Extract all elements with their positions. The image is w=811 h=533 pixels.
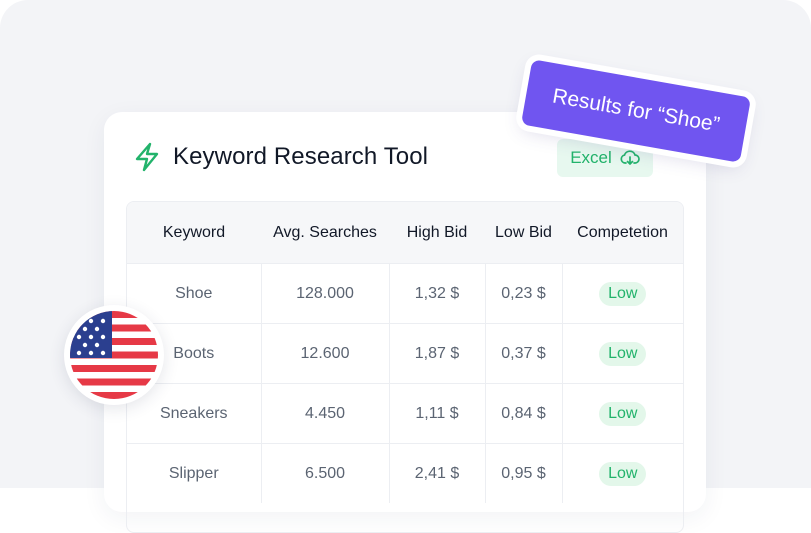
table-row[interactable]: Boots 12.600 1,87 $ 0,37 $ Low — [127, 323, 683, 384]
competition-badge: Low — [599, 341, 647, 366]
table-row[interactable]: Slipper 6.500 2,41 $ 0,95 $ Low — [127, 443, 683, 503]
column-header-low-bid[interactable]: Low Bid — [485, 202, 562, 264]
cell-low-bid: 0,84 $ — [484, 383, 562, 444]
page-title: Keyword Research Tool — [173, 143, 429, 170]
cell-avg-searches: 128.000 — [260, 263, 389, 324]
cell-high-bid: 2,41 $ — [388, 443, 485, 503]
cell-avg-searches: 12.600 — [260, 323, 389, 384]
competition-badge: Low — [599, 461, 647, 486]
cell-low-bid: 0,37 $ — [484, 323, 562, 384]
cell-competition: Low — [561, 443, 683, 503]
column-header-high-bid[interactable]: High Bid — [389, 202, 485, 264]
competition-badge: Low — [599, 401, 647, 426]
cell-low-bid: 0,95 $ — [484, 443, 562, 503]
country-selector[interactable] — [64, 305, 164, 405]
excel-export-label: Excel — [570, 148, 612, 167]
table-header-row: Keyword Avg. Searches High Bid Low Bid C… — [127, 202, 683, 264]
cell-competition: Low — [561, 383, 683, 444]
lightning-bolt-icon — [135, 142, 159, 172]
cell-keyword: Slipper — [127, 443, 261, 503]
results-tag-label: Results for “Shoe” — [550, 84, 722, 137]
cell-high-bid: 1,32 $ — [388, 263, 485, 324]
cell-competition: Low — [561, 323, 683, 384]
column-header-keyword[interactable]: Keyword — [127, 202, 261, 264]
table-row[interactable]: Shoe 128.000 1,32 $ 0,23 $ Low — [127, 263, 683, 324]
cloud-download-icon — [620, 150, 640, 165]
cell-high-bid: 1,11 $ — [388, 383, 485, 444]
column-header-avg-searches[interactable]: Avg. Searches — [261, 202, 389, 264]
keyword-tool-card: Keyword Research Tool Excel Keyword Avg.… — [104, 112, 706, 533]
keyword-table: Keyword Avg. Searches High Bid Low Bid C… — [126, 201, 684, 533]
cell-avg-searches: 6.500 — [260, 443, 389, 503]
table-row[interactable]: Sneakers 4.450 1,11 $ 0,84 $ Low — [127, 383, 683, 444]
cell-avg-searches: 4.450 — [260, 383, 389, 444]
competition-badge: Low — [599, 281, 647, 306]
column-header-competition[interactable]: Competetion — [562, 202, 683, 264]
cell-competition: Low — [561, 263, 683, 324]
us-flag-icon — [70, 311, 158, 399]
cell-high-bid: 1,87 $ — [388, 323, 485, 384]
cell-low-bid: 0,23 $ — [484, 263, 562, 324]
